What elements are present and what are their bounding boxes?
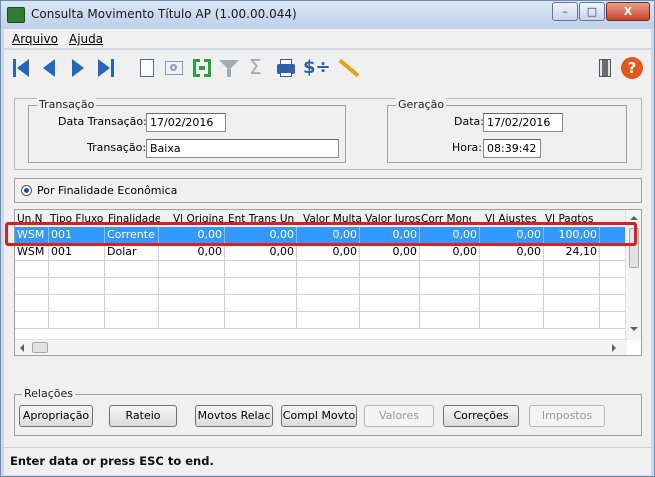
status-bar: Enter data or press ESC to end. [4, 447, 651, 475]
dollar-glyph: $÷ [303, 57, 331, 78]
menu-ajuda[interactable]: Ajuda [69, 32, 103, 46]
prev-icon[interactable] [38, 56, 62, 80]
sum-glyph: Σ [249, 55, 262, 79]
compl-movto-button[interactable]: Compl Movto [281, 405, 357, 427]
bracket-icon[interactable] [190, 56, 214, 80]
app-icon [7, 7, 25, 23]
menu-bar: Arquivo Ajuda [4, 29, 651, 49]
new-document-icon[interactable] [135, 56, 159, 80]
impostos-button[interactable]: Impostos [529, 405, 605, 427]
print-icon[interactable] [274, 56, 298, 80]
transacao-label: Transação: [87, 141, 147, 154]
finalidade-row: Por Finalidade Econômica [14, 178, 642, 203]
sum-icon[interactable]: Σ [245, 55, 269, 80]
transacao-group: Transação Data Transação: 17/02/2016 Tra… [28, 98, 346, 163]
data-transacao-field[interactable]: 17/02/2016 [146, 113, 226, 132]
last-icon[interactable] [94, 56, 118, 80]
cell-valor-juros[interactable]: 0,00 [360, 244, 420, 261]
menu-arquivo[interactable]: Arquivo [12, 32, 58, 46]
correcoes-button[interactable]: Correções [443, 405, 519, 427]
scroll-up-icon[interactable] [630, 216, 638, 220]
finalidade-radio[interactable] [21, 185, 32, 196]
title-bar[interactable]: Consulta Movimento Título AP (1.00.00.04… [1, 1, 654, 29]
selected-row-highlight [5, 222, 637, 246]
scroll-down-icon[interactable] [630, 327, 638, 331]
window-title: Consulta Movimento Título AP (1.00.00.04… [31, 7, 297, 21]
cell-un[interactable]: WSM [15, 244, 49, 261]
cell-vl-ajustes[interactable]: 0,00 [480, 244, 544, 261]
horizontal-scrollbar[interactable] [15, 339, 627, 355]
table-row[interactable]: WSM 001 Dolar 0,00 0,00 0,00 0,00 0,00 0… [15, 244, 627, 261]
help-icon[interactable]: ? [620, 56, 644, 80]
table-row-empty [15, 312, 627, 329]
first-icon[interactable] [10, 56, 34, 80]
zoom-icon[interactable] [162, 56, 186, 80]
hora-label: Hora: [452, 141, 482, 154]
close-button[interactable]: X [606, 2, 650, 21]
geracao-legend: Geração [396, 98, 447, 111]
cell-vl-pagtos[interactable]: 24,10 [544, 244, 600, 261]
hora-field[interactable]: 08:39:42 [483, 139, 541, 158]
dollar-icon[interactable]: $÷ [301, 56, 331, 80]
data-transacao-label: Data Transação: [58, 115, 147, 128]
relacoes-group: Relações Apropriação Rateio Movtos Relac… [14, 387, 642, 436]
cell-tipo-fluxo[interactable]: 001 [49, 244, 105, 261]
minimize-button[interactable]: – [552, 2, 578, 21]
scroll-right-icon[interactable] [612, 344, 616, 352]
movtos-relac-button[interactable]: Movtos Relac [195, 405, 273, 427]
cell-finalidade[interactable]: Dolar [105, 244, 159, 261]
exit-door-icon[interactable] [593, 56, 617, 80]
filter-icon[interactable] [217, 56, 241, 80]
table-row-empty [15, 261, 627, 278]
horizontal-scroll-thumb[interactable] [32, 342, 48, 353]
status-message: Enter data or press ESC to end. [10, 454, 214, 468]
pencil-icon[interactable] [335, 56, 360, 80]
next-icon[interactable] [66, 56, 90, 80]
toolbar: Σ $÷ ? [4, 50, 651, 86]
cell-corr-monet[interactable]: 0,00 [420, 244, 480, 261]
cell-vl-original[interactable]: 0,00 [159, 244, 225, 261]
transacao-legend: Transação [37, 98, 97, 111]
help-glyph: ? [621, 57, 643, 79]
relacoes-legend: Relações [22, 387, 75, 400]
finalidade-label: Por Finalidade Econômica [37, 184, 178, 197]
scroll-left-icon[interactable] [20, 344, 24, 352]
cell-ent-trans[interactable]: 0,00 [225, 244, 297, 261]
table-row-empty [15, 278, 627, 295]
transacao-field[interactable]: Baixa [146, 139, 339, 158]
data-geracao-field[interactable]: 17/02/2016 [483, 113, 563, 132]
apropriacao-button[interactable]: Apropriação [19, 405, 93, 427]
data-geracao-label: Data: [454, 115, 484, 128]
geracao-group: Geração Data: 17/02/2016 Hora: 08:39:42 [387, 98, 627, 163]
rateio-button[interactable]: Rateio [109, 405, 177, 427]
main-content: Transação Data Transação: 17/02/2016 Tra… [4, 86, 651, 447]
cell-valor-multa[interactable]: 0,00 [297, 244, 360, 261]
maximize-button[interactable]: □ [579, 2, 605, 21]
application-window: Consulta Movimento Título AP (1.00.00.04… [0, 0, 655, 477]
table-row-empty [15, 295, 627, 312]
valores-button[interactable]: Valores [364, 405, 434, 427]
